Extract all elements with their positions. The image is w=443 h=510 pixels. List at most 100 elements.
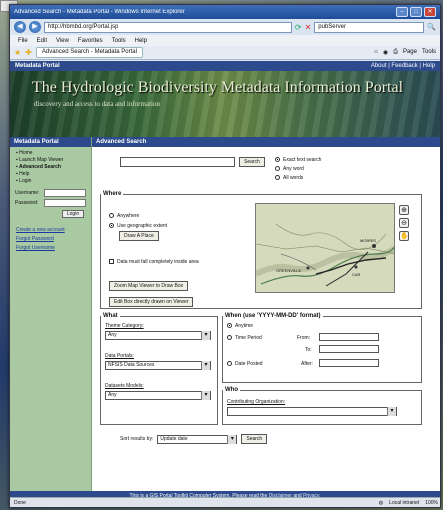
radio-icon[interactable] — [275, 175, 280, 181]
sidebar: Metadata Portal ▪ Home ▪ Launch Map View… — [10, 137, 92, 491]
zoom-map-viewer-button[interactable]: Zoom Map Viewer to Draw Box — [109, 281, 189, 291]
what-legend: What — [103, 313, 118, 319]
option-anywhere[interactable]: Anywhere — [109, 211, 167, 221]
web-page: Metadata Portal About | Feedback | Help … — [10, 61, 440, 507]
sidebar-item-help[interactable]: ▪ Help — [16, 171, 85, 178]
forgot-username-link[interactable]: Forgot Username — [16, 244, 85, 253]
menu-favorites[interactable]: Favorites — [78, 38, 103, 44]
menu-bar: File Edit View Favorites Tools Help — [10, 35, 440, 46]
minimize-button[interactable]: – — [396, 7, 408, 17]
extent-map[interactable]: MORRIS GREENVILLE CAR — [255, 203, 395, 293]
organization-label: Contributing Organization: — [227, 399, 286, 405]
radio-icon[interactable] — [227, 335, 232, 341]
add-favorites-icon[interactable]: ✚ — [25, 48, 32, 57]
data-inside-area-option[interactable]: Data must fall completely inside area — [109, 259, 199, 265]
radio-icon[interactable] — [275, 166, 280, 172]
main-panel: Advanced Search Search Exact text search… — [92, 137, 440, 491]
home-icon[interactable]: ⌂ — [374, 49, 378, 56]
map-label-greenville: GREENVILLE — [276, 268, 301, 273]
radio-icon[interactable] — [109, 213, 114, 219]
after-label: After: — [301, 361, 313, 367]
option-any-word[interactable]: Any word — [275, 165, 321, 174]
where-legend: Where — [103, 191, 122, 197]
menu-tools[interactable]: Tools — [112, 38, 126, 44]
close-button[interactable]: ✕ — [424, 7, 436, 17]
maximize-button[interactable]: □ — [410, 7, 422, 17]
site-top-links[interactable]: About | Feedback | Help — [371, 63, 435, 69]
zoom-in-icon[interactable]: ⊕ — [399, 205, 409, 215]
radio-selected-icon[interactable] — [275, 157, 280, 163]
map-label-morris: MORRIS — [360, 238, 376, 243]
sidebar-item-map-viewer[interactable]: ▪ Launch Map Viewer — [16, 157, 85, 164]
radio-selected-icon[interactable] — [227, 323, 232, 329]
sidebar-item-advanced-search[interactable]: ▪ Advanced Search — [16, 164, 85, 171]
when-section: When (use 'YYYY-MM-DD' format) Anytime T… — [222, 313, 422, 383]
keyword-input[interactable] — [120, 157, 235, 167]
search-button[interactable]: Search — [239, 157, 265, 167]
sidebar-nav: ▪ Home ▪ Launch Map Viewer ▪ Advanced Se… — [10, 147, 91, 188]
url-input[interactable]: http://hbmbd.org/Portal.jsp — [44, 21, 292, 33]
username-field[interactable] — [44, 189, 86, 197]
organization-select[interactable] — [227, 407, 397, 416]
zoom-level[interactable]: 100% — [425, 500, 438, 506]
draw-place-button[interactable]: Draw A Place — [119, 231, 159, 241]
back-icon[interactable]: ◀ — [14, 21, 26, 33]
stop-icon[interactable]: ✕ — [305, 23, 312, 32]
to-date-field[interactable] — [319, 345, 379, 353]
window-title: Advanced Search - Metadata Portal - Wind… — [14, 9, 185, 15]
sort-select[interactable]: Update date — [157, 434, 238, 444]
checkbox-icon[interactable] — [109, 259, 114, 265]
search-icon[interactable]: 🔍 — [427, 23, 436, 31]
data-portals-select[interactable]: NFSIS Data Sources — [105, 361, 211, 370]
tools-menu[interactable]: Tools — [422, 49, 436, 56]
menu-edit[interactable]: Edit — [37, 38, 47, 44]
edit-box-button[interactable]: Edit Box directly drawn on Viewer — [109, 297, 194, 307]
tab-advanced-search[interactable]: Advanced Search - Metadata Portal — [35, 47, 143, 58]
login-button[interactable]: Login — [62, 210, 84, 218]
page-menu[interactable]: Page — [403, 49, 417, 56]
menu-file[interactable]: File — [18, 38, 28, 44]
data-portals-label: Data Portals: — [105, 353, 134, 359]
browser-search-input[interactable]: pubServer — [314, 21, 425, 33]
create-account-link[interactable]: Create a new account — [16, 226, 85, 235]
menu-view[interactable]: View — [56, 38, 69, 44]
option-exact-text[interactable]: Exact text search — [275, 156, 321, 165]
print-icon[interactable]: ⎙ — [393, 49, 398, 56]
radio-selected-icon[interactable] — [109, 223, 114, 229]
banner-title: The Hydrologic Biodiversity Metadata Inf… — [32, 79, 404, 96]
sidebar-heading: Metadata Portal — [10, 137, 91, 147]
theme-category-label: Theme Category: — [105, 323, 144, 329]
browser-window: Advanced Search - Metadata Portal - Wind… — [9, 4, 441, 508]
after-date-field[interactable] — [319, 359, 379, 367]
content-area: Metadata Portal ▪ Home ▪ Launch Map View… — [10, 137, 440, 491]
sidebar-item-home[interactable]: ▪ Home — [16, 150, 85, 157]
username-label: Username: — [15, 190, 40, 196]
forward-icon[interactable]: ▶ — [29, 21, 41, 33]
theme-category-select[interactable]: Any — [105, 331, 211, 340]
text-match-options: Exact text search Any word All words — [275, 156, 321, 183]
option-time-period[interactable]: Time Period — [227, 335, 262, 341]
pan-icon[interactable]: ✋ — [399, 231, 409, 241]
where-section: Where Anywhere Use geographic extent Dra… — [100, 191, 422, 309]
map-zoom-controls: ⊕ ⊖ ✋ — [399, 205, 409, 241]
sidebar-item-login[interactable]: ▪ Login — [16, 178, 85, 185]
option-anytime[interactable]: Anytime — [227, 323, 253, 329]
refresh-icon[interactable]: ⟳ — [295, 23, 302, 32]
datasets-select[interactable]: Any — [105, 391, 211, 400]
option-geographic-extent[interactable]: Use geographic extent — [109, 221, 167, 231]
from-date-field[interactable] — [319, 333, 379, 341]
globe-icon: ◍ — [378, 499, 384, 506]
option-all-words[interactable]: All words — [275, 174, 321, 183]
forgot-password-link[interactable]: Forgot Password — [16, 235, 85, 244]
site-home-link[interactable]: Metadata Portal — [15, 63, 371, 69]
menu-help[interactable]: Help — [135, 38, 147, 44]
who-legend: Who — [225, 387, 238, 393]
sort-row: Sort results by: Update date Search — [120, 434, 268, 444]
radio-icon[interactable] — [227, 361, 232, 367]
option-date-posted[interactable]: Date Posted — [227, 361, 263, 367]
feeds-icon[interactable]: ◉ — [383, 49, 388, 56]
password-field[interactable] — [44, 199, 86, 207]
advanced-search-button[interactable]: Search — [241, 434, 268, 444]
favorites-star-icon[interactable]: ★ — [14, 48, 21, 57]
zoom-out-icon[interactable]: ⊖ — [399, 218, 409, 228]
